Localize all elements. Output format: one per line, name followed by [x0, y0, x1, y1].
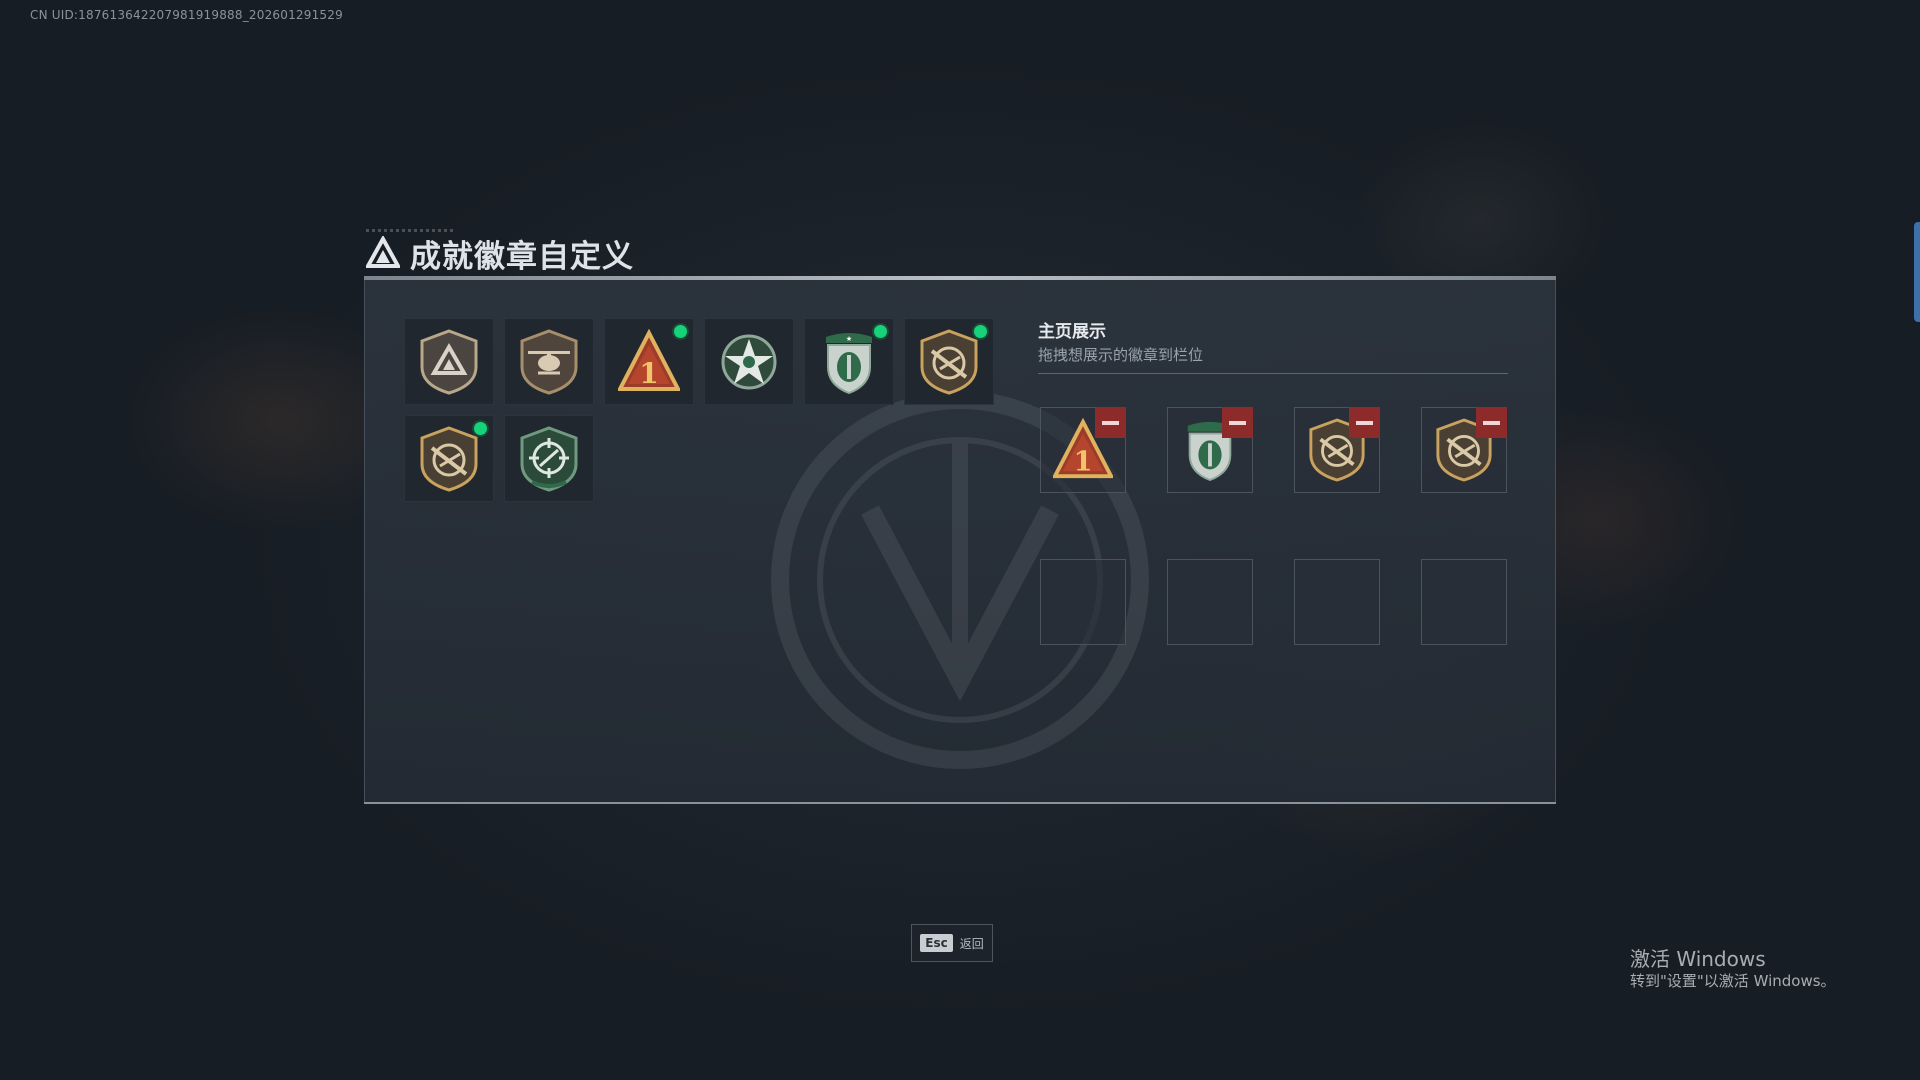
- display-slot[interactable]: [1167, 407, 1253, 493]
- badge-cell[interactable]: 1: [604, 318, 694, 405]
- display-divider: [1038, 373, 1508, 374]
- svg-text:★: ★: [846, 335, 852, 343]
- page-header: 成就徽章自定义: [366, 230, 634, 276]
- remove-badge-button[interactable]: [1222, 407, 1253, 438]
- new-indicator-dot: [474, 422, 487, 435]
- minus-icon: [1483, 420, 1500, 425]
- delta-shield-badge-icon: [420, 328, 478, 395]
- display-slot[interactable]: 1: [1040, 407, 1126, 493]
- number-one-triangle-badge-icon: 1: [618, 328, 680, 391]
- display-slot[interactable]: [1294, 407, 1380, 493]
- minus-icon: [1229, 420, 1246, 425]
- remove-badge-button[interactable]: [1349, 407, 1380, 438]
- svg-text:1: 1: [639, 357, 658, 390]
- remove-badge-button[interactable]: [1476, 407, 1507, 438]
- uid-label: CN UID:187613642207981919888_20260129152…: [30, 8, 343, 22]
- badge-cell[interactable]: [704, 318, 794, 405]
- display-section-title: 主页展示: [1038, 322, 1106, 342]
- helicopter-shield-badge-icon: [520, 328, 578, 395]
- minus-icon: [1356, 420, 1373, 425]
- new-indicator-dot: [674, 325, 687, 338]
- display-section-subtitle: 拖拽想展示的徽章到栏位: [1038, 346, 1204, 364]
- panel-bottom-border: [364, 802, 1556, 804]
- display-slot-grid: 1: [1040, 407, 1507, 645]
- badge-cell[interactable]: ★: [804, 318, 894, 405]
- back-label: 返回: [959, 936, 984, 951]
- badge-cell[interactable]: [504, 318, 594, 405]
- esc-back-button[interactable]: Esc 返回: [911, 924, 993, 962]
- windows-activation-title: 激活 Windows: [1630, 947, 1766, 971]
- esc-key-icon: Esc: [920, 934, 953, 952]
- badge-cell[interactable]: [504, 415, 594, 502]
- new-indicator-dot: [974, 325, 987, 338]
- panel-top-border: [364, 276, 1556, 280]
- windows-activation-hint: 转到"设置"以激活 Windows。: [1630, 972, 1836, 990]
- svg-text:1: 1: [1074, 446, 1093, 477]
- display-slot-empty[interactable]: [1040, 559, 1126, 645]
- delta-triangle-icon: [366, 236, 400, 268]
- green-military-shield-badge-icon: ★: [826, 332, 872, 394]
- display-slot[interactable]: [1421, 407, 1507, 493]
- badge-cell[interactable]: [904, 318, 994, 405]
- display-slot-empty[interactable]: [1167, 559, 1253, 645]
- green-target-badge-icon: [520, 425, 578, 492]
- remove-badge-button[interactable]: [1095, 407, 1126, 438]
- green-star-badge-icon: [721, 334, 777, 389]
- badge-cell[interactable]: [404, 318, 494, 405]
- display-slot-empty[interactable]: [1294, 559, 1380, 645]
- side-edge-tab[interactable]: [1914, 222, 1920, 322]
- page-title: 成就徽章自定义: [410, 238, 634, 275]
- badge-cell[interactable]: [404, 415, 494, 502]
- display-slot-empty[interactable]: [1421, 559, 1507, 645]
- owned-badge-grid: 1 ★: [404, 318, 1004, 502]
- rifle-shield-badge-icon: [420, 425, 478, 492]
- new-indicator-dot: [874, 325, 887, 338]
- minus-icon: [1102, 420, 1119, 425]
- rifle-shield-badge-icon: [920, 328, 978, 395]
